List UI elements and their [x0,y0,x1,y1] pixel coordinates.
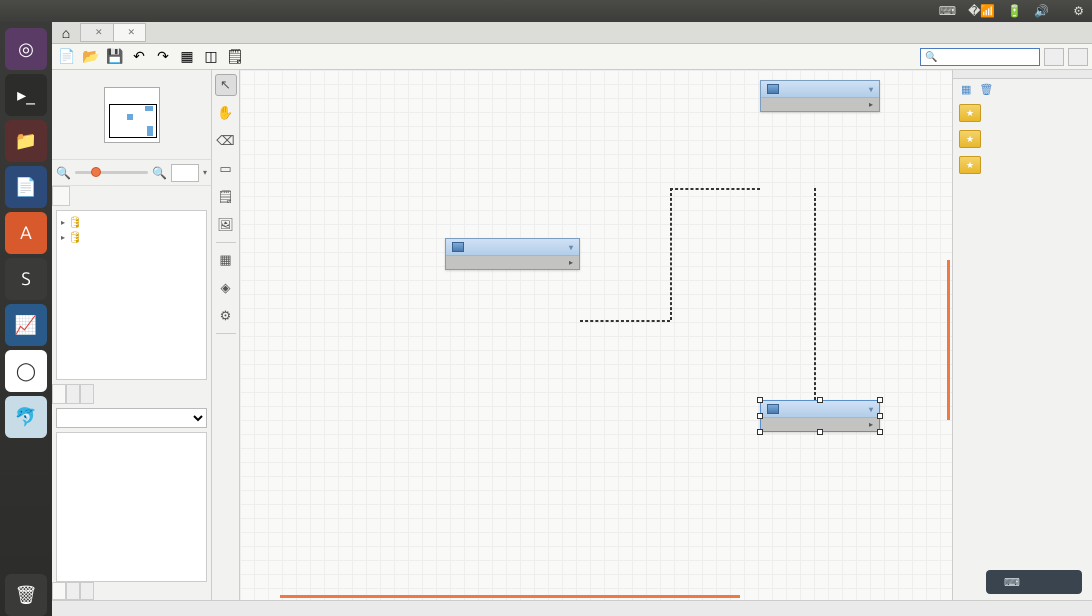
home-tab[interactable]: ⌂ [52,25,80,41]
wifi-icon[interactable]: �📶 [968,4,995,18]
vertical-scroll-marker [947,260,950,420]
file-tabs: ⌂ ✕ ✕ [52,22,1092,44]
volume-icon[interactable]: 🔊 [1034,4,1049,18]
indexes-row[interactable]: ▸ [761,98,879,111]
user-types-tab[interactable] [80,384,94,404]
rel-1-1-tool[interactable] [215,340,237,362]
battery-icon[interactable]: 🔋 [1007,4,1022,18]
indexes-row[interactable]: ▸ [446,256,579,269]
rel-n-m-tool[interactable] [215,452,237,474]
close-icon[interactable]: ✕ [128,27,136,38]
grid-button[interactable]: ▦ [176,47,198,67]
new-file-button[interactable]: 📄 [56,47,78,67]
rel-1-1-id-tool[interactable] [215,396,237,418]
left-panel: 🔍 🔍 ▾ ▸🛢 ▸🛢 [52,70,212,600]
launcher-sublime[interactable]: S [5,258,47,300]
template-user[interactable]: ★ [953,126,1092,152]
hand-tool[interactable]: ✋ [215,102,237,124]
rel-1-n-pick-tool[interactable] [215,480,237,502]
description-tab[interactable] [52,582,66,600]
redo-button[interactable]: ↷ [152,47,174,67]
properties-tab[interactable] [66,582,80,600]
tab-mysql-model[interactable]: ✕ [80,23,114,42]
catalog-tab[interactable] [52,384,66,404]
layers-tab[interactable] [66,384,80,404]
rel-1-n-tool[interactable] [215,368,237,390]
open-file-button[interactable]: 📂 [80,47,102,67]
launcher-chrome[interactable]: ◯ [5,350,47,392]
template-category[interactable]: ★ [953,152,1092,178]
launcher-writer[interactable]: 📄 [5,166,47,208]
launcher-trash[interactable]: 🗑 [5,574,47,616]
history-tab[interactable] [80,582,94,600]
launcher-terminal[interactable]: ▸_ [5,74,47,116]
workbench-main: 🔍 🔍 ▾ ▸🛢 ▸🛢 [52,70,1092,600]
keyboard-icon[interactable]: ⌨ [939,4,956,18]
sidebar-toggle-right[interactable] [1068,48,1088,66]
image-tool[interactable]: 🖼 [215,214,237,236]
view-tool[interactable]: ◈ [215,277,237,299]
tab-eer-diagram[interactable]: ✕ [113,23,147,42]
tree-item-youth[interactable]: ▸🛢 [61,230,202,245]
launcher-dash[interactable]: ◎ [5,28,47,70]
chevron-down-icon[interactable]: ▾ [569,243,573,252]
table-icon [452,242,464,252]
search-input[interactable]: 🔍 [920,48,1040,66]
table-tool[interactable]: ▦ [215,249,237,271]
gear-icon[interactable]: ⚙ [1073,4,1084,18]
object-selector[interactable] [56,408,207,428]
entity-youth-article[interactable]: ▾ ▸ [760,400,880,432]
launcher-workbench[interactable]: 🐬 [5,396,47,438]
zoom-in-icon[interactable]: 🔍 [152,166,167,180]
unity-launcher: ◎ ▸_ 📁 📄 A S 📈 ◯ 🐬 🗑 [0,22,52,616]
entity-youth-catalog[interactable]: ▾ ▸ [760,80,880,112]
templates-panel: ▦ 🗑 ★ ★ ★ [952,70,1092,600]
rel-1-n-id-tool[interactable] [215,424,237,446]
launcher-files[interactable]: 📁 [5,120,47,162]
launcher-monitor[interactable]: 📈 [5,304,47,346]
os-titlebar: ⌨ �📶 🔋 🔊 ⚙ [0,0,1092,22]
save-button[interactable]: 💾 [104,47,126,67]
close-icon[interactable]: ✕ [95,27,103,38]
template-new-icon[interactable]: ▦ [961,83,971,96]
entity-youth-magazine[interactable]: ▾ ▸ [445,238,580,270]
launcher-software[interactable]: A [5,212,47,254]
zoom-out-icon[interactable]: 🔍 [56,166,71,180]
status-bar [52,600,1092,616]
tree-item-mydb[interactable]: ▸🛢 [61,215,202,230]
pointer-tool[interactable]: ↖ [215,74,237,96]
zoom-dropdown[interactable]: ▾ [203,168,207,177]
table-icon [767,84,779,94]
undo-button[interactable]: ↶ [128,47,150,67]
ime-icon: ⌨ [1004,576,1020,589]
main-toolbar: 📄 📂 💾 ↶ ↷ ▦ ◫ 🗒 🔍 [52,44,1092,70]
template-delete-icon[interactable]: 🗑 [979,83,993,96]
layer-tool[interactable]: ▭ [215,158,237,180]
routine-tool[interactable]: ⚙ [215,305,237,327]
zoom-value[interactable] [171,164,199,182]
eraser-tool[interactable]: ⌫ [215,130,237,152]
notes-button[interactable]: 🗒 [224,47,246,67]
navigator-tab[interactable] [52,186,70,206]
schema-tree[interactable]: ▸🛢 ▸🛢 [56,210,207,380]
zoom-slider[interactable] [75,171,148,174]
properties-area [56,432,207,582]
ime-widget[interactable]: ⌨ [986,570,1082,594]
minimap[interactable] [52,70,211,160]
chevron-down-icon[interactable]: ▾ [869,405,873,414]
sidebar-toggle-left[interactable] [1044,48,1064,66]
tool-palette: ↖ ✋ ⌫ ▭ 🗒 🖼 ▦ ◈ ⚙ [212,70,240,600]
diagram-canvas[interactable]: ▾ ▸ ▾ ▸ ▾ ▸ [240,70,952,600]
table-icon [767,404,779,414]
note-tool[interactable]: 🗒 [215,186,237,208]
chevron-down-icon[interactable]: ▾ [869,85,873,94]
horizontal-scroll-marker [280,595,740,598]
zoom-control: 🔍 🔍 ▾ [52,160,211,186]
template-timestamps[interactable]: ★ [953,100,1092,126]
app-window: ⌂ ✕ ✕ 📄 📂 💾 ↶ ↷ ▦ ◫ 🗒 🔍 🔍 🔍 ▾ [52,22,1092,616]
align-button[interactable]: ◫ [200,47,222,67]
templates-header [953,70,1092,79]
